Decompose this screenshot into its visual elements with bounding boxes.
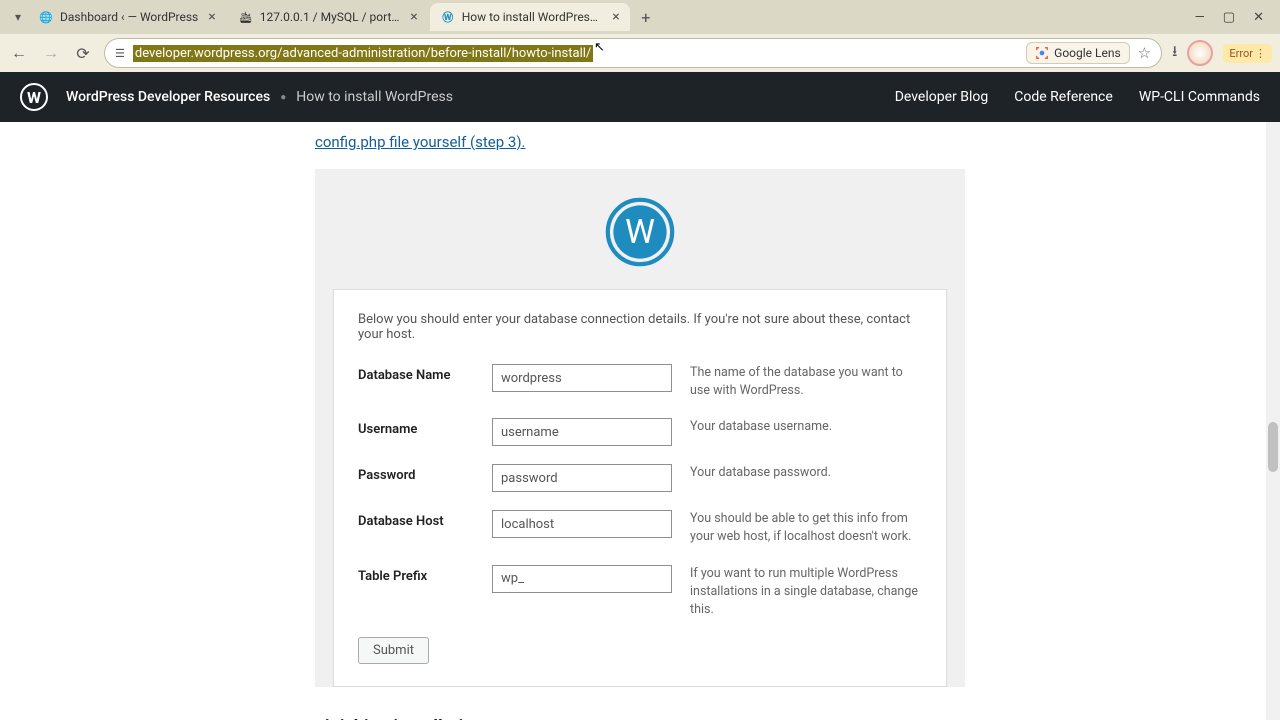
nav-wpcli-commands[interactable]: WP-CLI Commands — [1139, 89, 1260, 105]
site-title[interactable]: WordPress Developer Resources — [66, 89, 270, 105]
window-controls: — ▢ ✕ — [1195, 10, 1272, 25]
input-database-host[interactable] — [492, 510, 672, 538]
help-username: Your database username. — [690, 418, 922, 436]
forward-button[interactable]: → — [40, 43, 62, 63]
help-database-name: The name of the database you want to use… — [690, 364, 922, 400]
wordpress-logo-icon[interactable]: W — [20, 83, 48, 111]
wordpress-icon: Ⓦ — [440, 9, 456, 25]
site-nav: Developer Blog Code Reference WP-CLI Com… — [895, 89, 1260, 105]
new-tab-button[interactable]: + — [632, 8, 660, 27]
google-lens-button[interactable]: Google Lens — [1026, 42, 1130, 64]
browser-tab-strip: ▾ 🌐 Dashboard ‹ — WordPress × 🛳 127.0.0.… — [0, 0, 1280, 34]
browser-tab-2[interactable]: Ⓦ How to install WordPress – Adv × — [430, 3, 630, 31]
row-database-host: Database Host You should be able to get … — [358, 510, 922, 546]
maximize-icon[interactable]: ▢ — [1223, 10, 1235, 25]
reload-button[interactable]: ⟳ — [72, 44, 94, 63]
input-table-prefix[interactable] — [492, 565, 672, 593]
extension-error-chip[interactable]: Error ⋮ — [1223, 44, 1272, 63]
input-password[interactable] — [492, 464, 672, 492]
row-password: Password Your database password. — [358, 464, 922, 492]
tab-title: Dashboard ‹ — WordPress — [60, 10, 198, 24]
row-database-name: Database Name The name of the database y… — [358, 364, 922, 400]
minimize-icon[interactable]: — — [1195, 10, 1205, 25]
label-username: Username — [358, 418, 492, 437]
browser-tab-1[interactable]: 🛳 127.0.0.1 / MySQL / portfoliow × — [228, 3, 428, 31]
site-settings-icon[interactable]: ☰ — [115, 47, 125, 60]
row-username: Username Your database username. — [358, 418, 922, 446]
label-table-prefix: Table Prefix — [358, 565, 492, 584]
breadcrumb-page: How to install WordPress — [296, 89, 453, 105]
scrollbar-track[interactable] — [1266, 122, 1280, 720]
bookmark-star-icon[interactable]: ☆ — [1138, 44, 1151, 62]
close-window-icon[interactable]: ✕ — [1253, 10, 1264, 25]
wordpress-logo-large: W — [605, 197, 675, 267]
downloads-icon[interactable]: ⭳ — [1172, 41, 1177, 66]
breadcrumb-separator: ● — [280, 92, 286, 103]
submit-button[interactable]: Submit — [358, 637, 429, 664]
tab-search-dropdown[interactable]: ▾ — [8, 10, 28, 24]
help-table-prefix: If you want to run multiple WordPress in… — [690, 565, 922, 619]
help-password: Your database password. — [690, 464, 922, 482]
url-text: developer.wordpress.org/advanced-adminis… — [133, 45, 593, 62]
input-database-name[interactable] — [492, 364, 672, 392]
label-password: Password — [358, 464, 492, 483]
label-database-name: Database Name — [358, 364, 492, 383]
page-content: config.php file yourself (step 3). W Bel… — [0, 122, 1280, 720]
row-table-prefix: Table Prefix If you want to run multiple… — [358, 565, 922, 619]
close-icon[interactable]: × — [612, 9, 619, 25]
scrollbar-thumb[interactable] — [1268, 422, 1278, 472]
tab-title: How to install WordPress – Adv — [462, 10, 603, 24]
profile-avatar[interactable] — [1187, 40, 1213, 66]
globe-icon: 🌐 — [38, 9, 54, 25]
phpmyadmin-icon: 🛳 — [238, 9, 254, 25]
close-icon[interactable]: × — [410, 9, 417, 25]
help-database-host: You should be able to get this info from… — [690, 510, 922, 546]
close-icon[interactable]: × — [208, 9, 215, 25]
back-button[interactable]: ← — [8, 43, 30, 63]
url-input[interactable]: ☰ developer.wordpress.org/advanced-admin… — [104, 38, 1162, 68]
tab-title: 127.0.0.1 / MySQL / portfoliow — [260, 10, 401, 24]
site-header: W WordPress Developer Resources ● How to… — [0, 72, 1280, 122]
svg-text:W: W — [625, 213, 655, 252]
nav-developer-blog[interactable]: Developer Blog — [895, 89, 989, 105]
lens-icon — [1035, 46, 1049, 60]
label-database-host: Database Host — [358, 510, 492, 529]
db-credentials-form: Below you should enter your database con… — [333, 289, 947, 687]
form-description: Below you should enter your database con… — [358, 312, 922, 342]
nav-code-reference[interactable]: Code Reference — [1014, 89, 1113, 105]
input-username[interactable] — [492, 418, 672, 446]
config-link[interactable]: config.php file yourself (step 3). — [315, 133, 526, 151]
install-screenshot-card: W Below you should enter your database c… — [315, 169, 965, 687]
address-bar: ← → ⟳ ☰ developer.wordpress.org/advanced… — [0, 34, 1280, 72]
browser-tab-0[interactable]: 🌐 Dashboard ‹ — WordPress × — [28, 3, 226, 31]
